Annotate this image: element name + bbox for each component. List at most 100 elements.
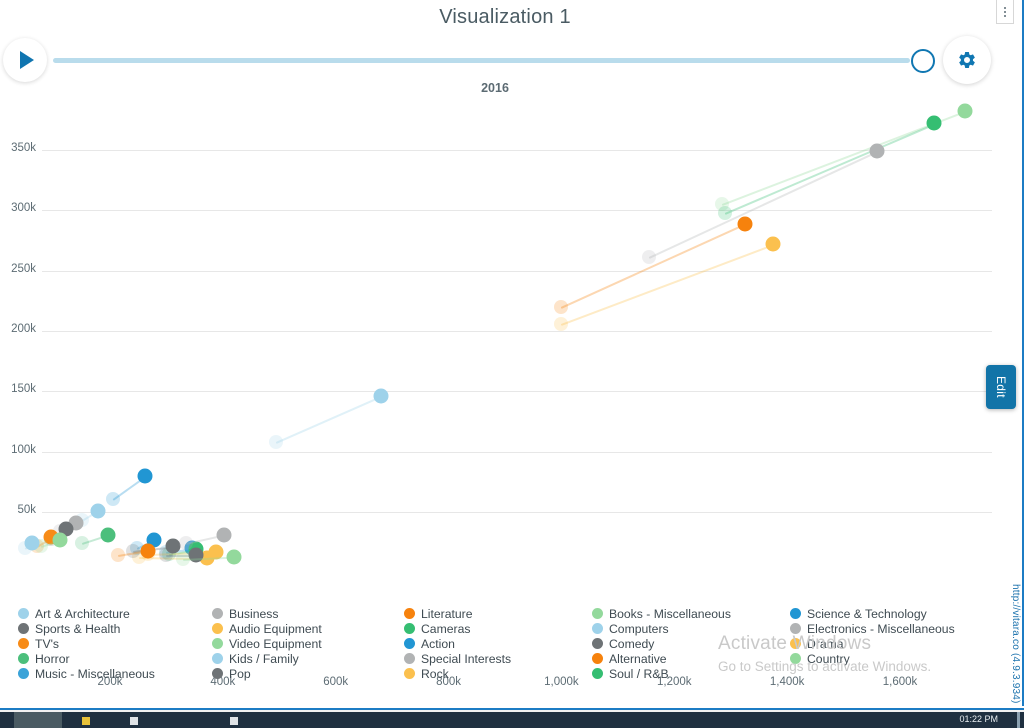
legend-item[interactable]: Audio Equipment xyxy=(212,621,322,636)
series-trail-point[interactable] xyxy=(111,548,126,563)
series-data-point[interactable] xyxy=(24,535,40,551)
taskbar-start-button[interactable] xyxy=(14,712,62,728)
vertical-dots-icon[interactable] xyxy=(996,0,1014,24)
legend-item-label: Pop xyxy=(229,666,251,681)
legend-item-label: Drama xyxy=(807,636,844,651)
legend-color-swatch xyxy=(212,653,223,664)
edit-button[interactable]: Edit xyxy=(986,365,1016,409)
taskbar-icon-app-1[interactable] xyxy=(130,717,138,725)
legend-item[interactable]: Horror xyxy=(18,651,155,666)
y-axis-tick-label: 350k xyxy=(11,142,36,154)
series-trail-line xyxy=(724,123,935,215)
legend-item[interactable]: Computers xyxy=(592,621,731,636)
legend-item[interactable]: Kids / Family xyxy=(212,651,322,666)
legend-item[interactable]: Cameras xyxy=(404,621,511,636)
taskbar-icon-folder[interactable] xyxy=(82,717,90,725)
legend-item[interactable]: Electronics - Miscellaneous xyxy=(790,621,955,636)
legend-color-swatch xyxy=(18,623,29,634)
series-data-point[interactable] xyxy=(869,143,885,159)
legend-color-swatch xyxy=(404,638,415,649)
gridline-horizontal xyxy=(42,270,992,272)
legend-color-swatch xyxy=(404,623,415,634)
series-data-point[interactable] xyxy=(765,236,781,252)
legend-item-label: TV's xyxy=(35,636,59,651)
legend-item[interactable]: Soul / R&B xyxy=(592,666,731,681)
series-trail-point[interactable] xyxy=(718,205,733,220)
legend-item[interactable]: Music - Miscellaneous xyxy=(18,666,155,681)
legend-item[interactable]: Business xyxy=(212,606,322,621)
legend-item[interactable]: Art & Architecture xyxy=(18,606,155,621)
legend-item[interactable]: Country xyxy=(790,651,955,666)
legend-item[interactable]: Action xyxy=(404,636,511,651)
legend-item[interactable]: Comedy xyxy=(592,636,731,651)
dot xyxy=(1004,10,1006,13)
time-slider-track[interactable] xyxy=(53,58,910,63)
legend-item[interactable]: Alternative xyxy=(592,651,731,666)
taskbar-show-desktop[interactable] xyxy=(1017,712,1020,728)
legend-item[interactable]: Sports & Health xyxy=(18,621,155,636)
time-slider-handle[interactable] xyxy=(911,49,935,73)
series-data-point[interactable] xyxy=(140,543,156,559)
gridline-horizontal xyxy=(42,451,992,453)
series-trail-line xyxy=(561,244,774,326)
series-data-point[interactable] xyxy=(90,503,106,519)
series-data-point[interactable] xyxy=(137,468,153,484)
series-trail-point[interactable] xyxy=(641,250,656,265)
series-data-point[interactable] xyxy=(52,532,68,548)
series-data-point[interactable] xyxy=(216,527,232,543)
series-trail-point[interactable] xyxy=(554,316,569,331)
legend-color-swatch xyxy=(790,653,801,664)
series-data-point[interactable] xyxy=(188,547,204,563)
play-button[interactable] xyxy=(3,38,47,82)
legend-item[interactable]: Rock xyxy=(404,666,511,681)
series-trail-line xyxy=(276,396,382,444)
legend-item-label: Kids / Family xyxy=(229,651,299,666)
legend-item[interactable]: Books - Miscellaneous xyxy=(592,606,731,621)
legend-color-swatch xyxy=(212,608,223,619)
legend-item[interactable]: TV's xyxy=(18,636,155,651)
legend-item-label: Alternative xyxy=(609,651,667,666)
series-trail-point[interactable] xyxy=(125,543,140,558)
taskbar-clock[interactable]: 01:22 PM xyxy=(959,714,998,724)
legend-item-label: Country xyxy=(807,651,850,666)
legend-item[interactable]: Special Interests xyxy=(404,651,511,666)
legend-color-swatch xyxy=(592,623,603,634)
legend-color-swatch xyxy=(404,653,415,664)
gridline-horizontal xyxy=(42,512,992,513)
series-data-point[interactable] xyxy=(226,549,242,565)
series-trail-point[interactable] xyxy=(269,435,284,449)
legend-item[interactable]: Pop xyxy=(212,666,322,681)
legend-item-label: Books - Miscellaneous xyxy=(609,606,731,621)
taskbar-icon-app-2[interactable] xyxy=(230,717,238,725)
scatter-plot[interactable]: 50k 100k 150k 200k 250k 300k 350k 200k 400k 600k 8… xyxy=(0,100,1008,688)
legend-item[interactable]: Drama xyxy=(790,636,955,651)
gridline-horizontal xyxy=(42,210,992,212)
series-data-point[interactable] xyxy=(100,527,116,543)
series-trail-point[interactable] xyxy=(554,299,569,314)
series-data-point[interactable] xyxy=(926,115,942,131)
series-trail-point[interactable] xyxy=(74,536,89,551)
legend-item-label: Cameras xyxy=(421,621,471,636)
legend-item[interactable]: Video Equipment xyxy=(212,636,322,651)
series-trail-line xyxy=(648,151,878,259)
windows-taskbar[interactable]: 01:22 PM xyxy=(0,712,1024,728)
series-trail-point[interactable] xyxy=(176,552,191,567)
legend-column: Literature Cameras Action Special Interests… xyxy=(404,606,511,681)
gear-icon xyxy=(959,52,975,68)
legend-item-label: Electronics - Miscellaneous xyxy=(807,621,955,636)
y-axis-tick-label: 250k xyxy=(11,262,36,275)
series-data-point[interactable] xyxy=(957,103,973,119)
page-title: Visualization 1 xyxy=(439,6,571,28)
legend-item[interactable]: Literature xyxy=(404,606,511,621)
dot xyxy=(1004,14,1006,17)
gridline-horizontal xyxy=(42,331,992,332)
series-data-point[interactable] xyxy=(373,388,389,404)
series-trail-point[interactable] xyxy=(105,491,120,506)
series-trail-point[interactable] xyxy=(179,536,194,551)
legend-color-swatch xyxy=(790,638,801,649)
series-data-point[interactable] xyxy=(737,216,753,232)
legend-item[interactable]: Science & Technology xyxy=(790,606,955,621)
settings-button[interactable] xyxy=(943,36,991,84)
legend-item-label: Sports & Health xyxy=(35,621,121,636)
vitara-url-label: http://vitara.co (4.9.3.934) xyxy=(1010,584,1021,704)
